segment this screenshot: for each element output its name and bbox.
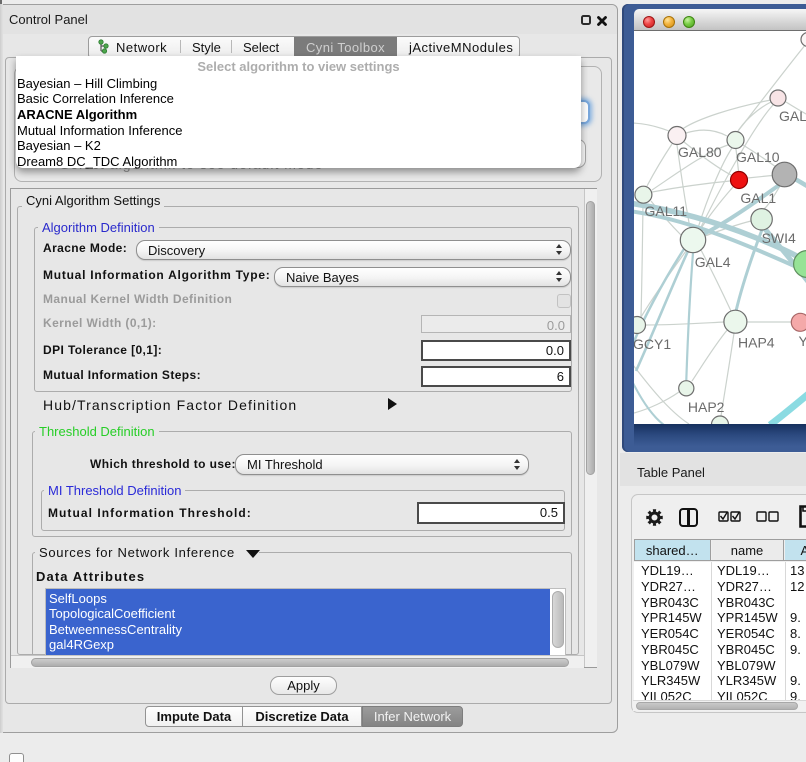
svg-text:GAL10: GAL10 [736, 149, 780, 165]
svg-text:GAL1: GAL1 [740, 190, 776, 206]
svg-text:GAL80: GAL80 [678, 144, 722, 160]
svg-text:GAL2: GAL2 [779, 108, 806, 124]
svg-text:HAP4: HAP4 [738, 335, 775, 351]
svg-text:HAP2: HAP2 [688, 399, 725, 415]
svg-text:GAL4: GAL4 [695, 254, 731, 270]
svg-text:GAL11: GAL11 [645, 203, 688, 219]
svg-text:SWI4: SWI4 [762, 230, 796, 246]
svg-text:YEL: YEL [799, 333, 806, 349]
svg-text:GCY1: GCY1 [634, 336, 671, 352]
